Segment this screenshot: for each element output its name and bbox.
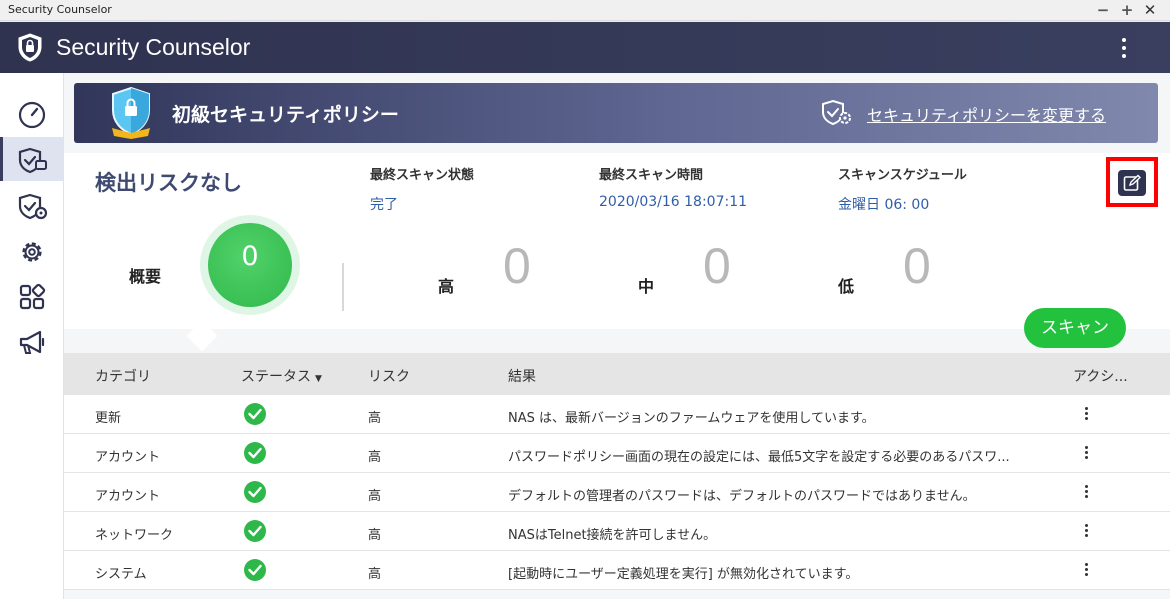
high-risk-label: 高 — [438, 277, 455, 296]
row-risk: 高 — [368, 411, 382, 426]
edit-icon — [1123, 174, 1141, 191]
edit-schedule-button[interactable] — [1118, 170, 1146, 196]
more-options-menu-icon[interactable] — [1112, 34, 1136, 62]
window-title: Security Counselor — [8, 3, 112, 16]
table-row[interactable]: ネットワーク 高 NASはTelnet接続を許可しません。 — [64, 512, 1170, 551]
scan-button[interactable]: スキャン — [1024, 308, 1126, 348]
table-row[interactable]: 更新 高 NAS は、最新バージョンのファームウェアを使用しています。 — [64, 395, 1170, 434]
megaphone-icon — [19, 330, 45, 354]
row-risk: 高 — [368, 450, 382, 465]
row-result: デフォルトの管理者のパスワードは、デフォルトのパスワードではありません。 — [508, 489, 976, 504]
sidebar-item-dashboard[interactable] — [0, 91, 63, 135]
row-action-menu-icon[interactable] — [1083, 407, 1089, 423]
table-row[interactable]: システム 高 [起動時にユーザー定義処理を実行] が無効化されています。 — [64, 551, 1170, 590]
status-ok-icon — [244, 403, 266, 425]
last-scan-time-label: 最終スキャン時間 — [599, 168, 704, 183]
status-ok-icon — [244, 520, 266, 542]
last-scan-status-value: 完了 — [370, 197, 398, 213]
gear-icon — [22, 242, 42, 262]
last-scan-time: 最終スキャン時間 2020/03/16 18:07:11 — [599, 164, 747, 210]
policy-banner: 初級セキュリティポリシー セキュリティポリシーを変更する — [74, 83, 1158, 143]
medium-risk-count: 0 — [703, 238, 731, 294]
row-category: 更新 — [95, 411, 122, 426]
main-content: 初級セキュリティポリシー セキュリティポリシーを変更する 検出リスクなし 最終ス… — [64, 73, 1170, 599]
sidebar-item-announcements[interactable] — [0, 319, 63, 363]
shield-settings-icon — [822, 99, 851, 126]
table-header: カテゴリ ステータス ▼ リスク 結果 アクシ... — [64, 353, 1170, 395]
row-category: ネットワーク — [95, 528, 174, 543]
column-header-risk[interactable]: リスク — [368, 366, 410, 386]
row-action-menu-icon[interactable] — [1083, 563, 1089, 579]
minimize-button[interactable]: − — [1095, 1, 1111, 19]
sidebar — [0, 73, 64, 599]
scan-schedule-value: 金曜日 06: 00 — [838, 197, 930, 213]
app-title: Security Counselor — [56, 34, 251, 60]
sidebar-item-security-policy[interactable] — [0, 137, 63, 181]
status-ok-icon — [244, 481, 266, 503]
shield-gear-icon — [18, 193, 48, 220]
last-scan-status: 最終スキャン状態 完了 — [370, 164, 474, 214]
policy-title: 初級セキュリティポリシー — [172, 104, 399, 126]
row-result: NASはTelnet接続を許可しません。 — [508, 528, 717, 543]
scan-schedule: スキャンスケジュール 金曜日 06: 00 — [838, 164, 967, 214]
app-header: Security Counselor — [0, 22, 1170, 73]
apps-grid-icon — [19, 283, 46, 310]
column-header-result[interactable]: 結果 — [508, 366, 536, 386]
column-header-status[interactable]: ステータス ▼ — [241, 366, 322, 386]
overview-count: 0 — [241, 241, 259, 272]
scan-summary-card: 検出リスクなし 最終スキャン状態 完了 最終スキャン時間 2020/03/16 … — [64, 153, 1170, 329]
shield-lock-icon — [112, 86, 150, 139]
row-action-menu-icon[interactable] — [1083, 524, 1089, 540]
last-scan-status-label: 最終スキャン状態 — [370, 168, 475, 183]
table-row[interactable]: アカウント 高 デフォルトの管理者のパスワードは、デフォルトのパスワードではありませ… — [64, 473, 1170, 512]
close-button[interactable]: ✕ — [1142, 1, 1158, 19]
overview-ring: 0 — [200, 215, 300, 315]
row-result: [起動時にユーザー定義処理を実行] が無効化されています。 — [508, 567, 859, 582]
gauge-icon — [18, 101, 46, 129]
table-row[interactable]: アカウント 高 パスワードポリシー画面の現在の設定には、最低5文字を設定する必要のあ… — [64, 434, 1170, 473]
row-category: アカウント — [95, 450, 161, 465]
sidebar-item-apps[interactable] — [0, 273, 63, 317]
edit-schedule-highlight — [1106, 157, 1158, 207]
app-logo-icon — [18, 33, 42, 62]
scan-schedule-label: スキャンスケジュール — [838, 168, 967, 183]
row-result: NAS は、最新バージョンのファームウェアを使用しています。 — [508, 411, 875, 426]
sidebar-item-shield-settings[interactable] — [0, 183, 63, 227]
medium-risk-label: 中 — [638, 277, 655, 296]
risk-status-title: 検出リスクなし — [95, 171, 242, 195]
sidebar-item-settings[interactable] — [0, 228, 63, 272]
column-header-category[interactable]: カテゴリ — [95, 366, 151, 386]
row-category: アカウント — [95, 489, 161, 504]
last-scan-time-value: 2020/03/16 18:07:11 — [599, 194, 748, 210]
overview-label: 概要 — [129, 267, 162, 286]
overview-circle: 0 — [208, 223, 292, 307]
sort-down-icon: ▼ — [315, 374, 322, 384]
low-risk-label: 低 — [838, 277, 855, 296]
status-ok-icon — [244, 442, 266, 464]
row-action-menu-icon[interactable] — [1083, 485, 1089, 501]
row-category: システム — [95, 567, 147, 582]
row-risk: 高 — [368, 567, 382, 582]
row-risk: 高 — [368, 528, 382, 543]
status-ok-icon — [244, 559, 266, 581]
change-policy-link[interactable]: セキュリティポリシーを変更する — [867, 102, 1106, 126]
window-titlebar: Security Counselor − + ✕ — [0, 0, 1170, 21]
row-result: パスワードポリシー画面の現在の設定には、最低5文字を設定する必要のあるパスワ..… — [508, 450, 1010, 465]
row-action-menu-icon[interactable] — [1083, 446, 1089, 462]
divider — [342, 263, 344, 311]
shield-check-icon — [18, 147, 47, 174]
column-header-action[interactable]: アクシ... — [1073, 366, 1128, 386]
maximize-button[interactable]: + — [1119, 1, 1135, 19]
low-risk-count: 0 — [903, 238, 931, 294]
row-risk: 高 — [368, 489, 382, 504]
high-risk-count: 0 — [503, 238, 531, 294]
